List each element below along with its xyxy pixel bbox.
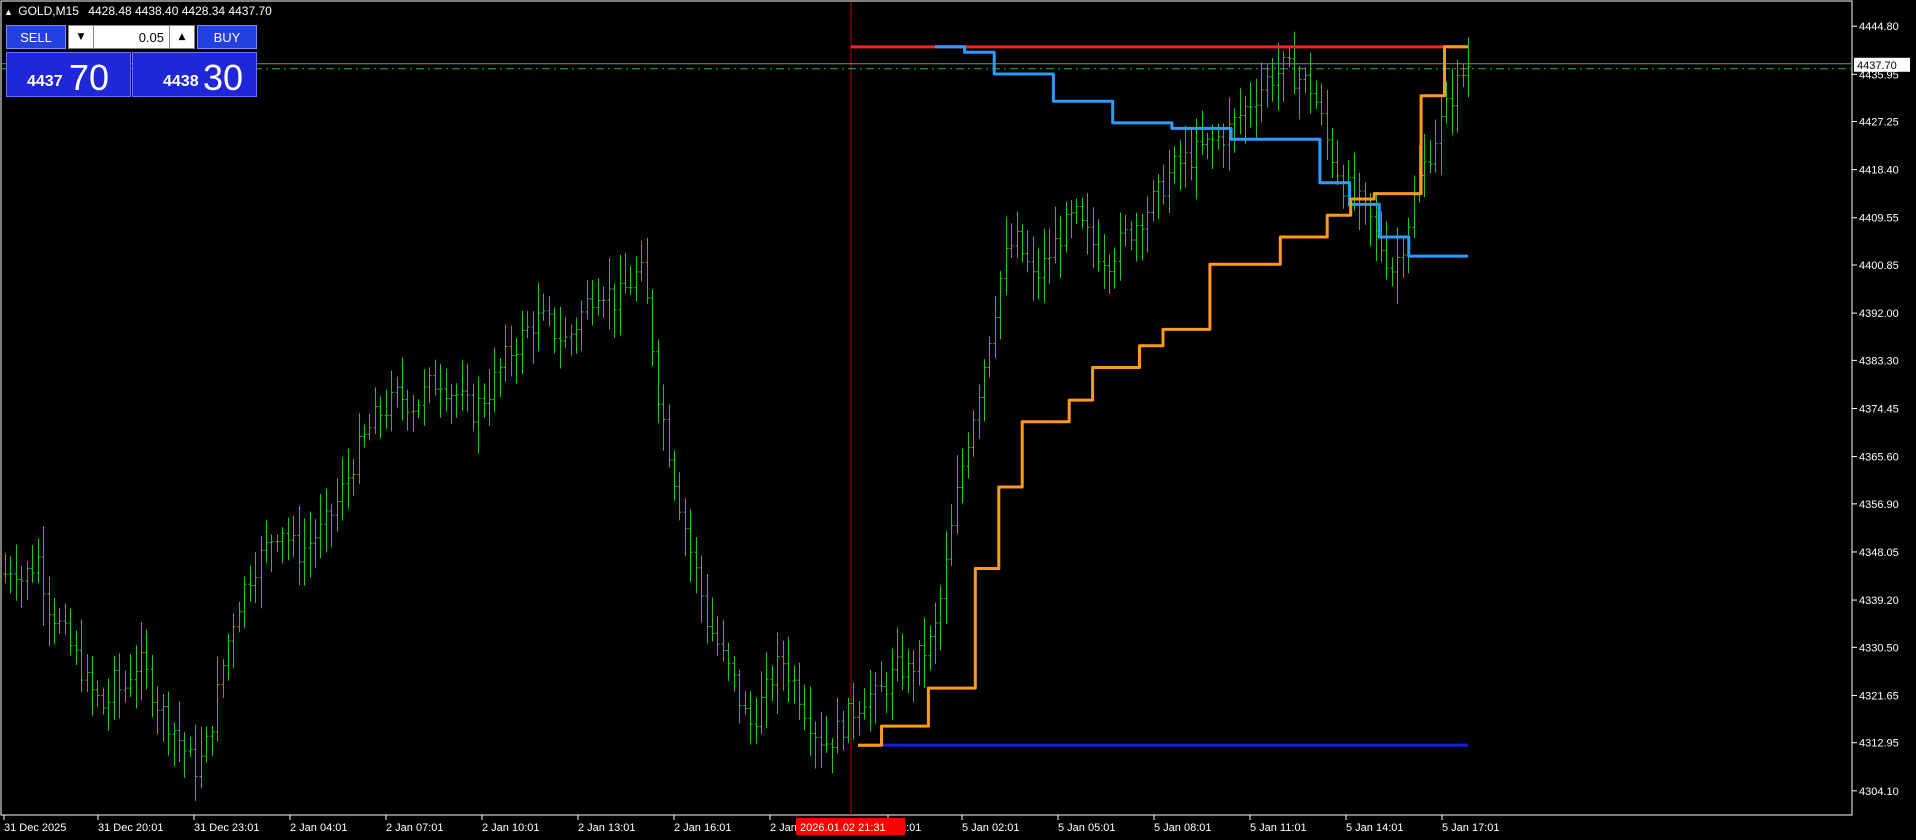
- collapse-icon[interactable]: ▲: [4, 7, 13, 17]
- decrease-lot-icon[interactable]: ▼: [69, 26, 94, 48]
- y-tick-label: 4418.40: [1859, 165, 1899, 177]
- x-tick-label: 2 Jan: [770, 822, 797, 834]
- price-chart[interactable]: 4444.804435.954427.254418.404409.554400.…: [0, 0, 1916, 840]
- x-tick-label: 2 Jan 04:01: [290, 822, 348, 834]
- x-tick-label: 2 Jan 13:01: [578, 822, 636, 834]
- x-tick-label: 2 Jan 10:01: [482, 822, 540, 834]
- sell-price-button[interactable]: 4437 70: [6, 52, 131, 98]
- chart-frame: [0, 0, 1853, 816]
- buy-price-major: 4438: [163, 73, 199, 90]
- x-tick-label: 5 Jan 08:01: [1154, 822, 1212, 834]
- symbol-label: GOLD,M15: [18, 4, 79, 18]
- y-tick-label: 4427.25: [1859, 117, 1899, 129]
- sell-button[interactable]: SELL: [6, 25, 66, 49]
- sell-price-minor: 70: [69, 57, 110, 98]
- x-tick-label: 5 Jan 05:01: [1058, 822, 1116, 834]
- increase-lot-icon[interactable]: ▲: [169, 26, 194, 48]
- one-click-trading-panel: SELL ▼ 0.05 ▲ BUY 4437 70 4438 30: [6, 25, 257, 98]
- y-tick-label: 4339.20: [1859, 595, 1899, 607]
- x-tick-label: 5 Jan 17:01: [1442, 822, 1500, 834]
- x-tick-label: 2 Jan 16:01: [674, 822, 732, 834]
- y-tick-label: 4304.10: [1859, 786, 1899, 798]
- current-price-label: 4437.70: [1857, 60, 1897, 72]
- x-tick-label: 5 Jan 02:01: [962, 822, 1020, 834]
- y-tick-label: 4321.65: [1859, 690, 1899, 702]
- y-tick-label: 4392.00: [1859, 308, 1899, 320]
- y-tick-label: 4365.60: [1859, 452, 1899, 464]
- y-tick-label: 4330.50: [1859, 642, 1899, 654]
- buy-button[interactable]: BUY: [197, 25, 257, 49]
- y-tick-label: 4356.90: [1859, 499, 1899, 511]
- y-tick-label: 4383.30: [1859, 355, 1899, 367]
- y-tick-label: 4312.95: [1859, 738, 1899, 750]
- lot-size-stepper[interactable]: ▼ 0.05 ▲: [68, 25, 195, 49]
- y-tick-label: 4444.80: [1859, 21, 1899, 33]
- cursor-time-label: 2026.01.02 21:31: [800, 822, 886, 834]
- buy-price-minor: 30: [203, 57, 244, 98]
- x-tick-label: 5 Jan 11:01: [1250, 822, 1307, 834]
- ohlc-label: 4428.48 4438.40 4428.34 4437.70: [88, 4, 272, 18]
- y-axis: 4444.804435.954427.254418.404409.554400.…: [1852, 21, 1910, 798]
- lot-size-value[interactable]: 0.05: [139, 30, 164, 45]
- y-tick-label: 4348.05: [1859, 547, 1899, 559]
- buy-price-button[interactable]: 4438 30: [132, 52, 257, 98]
- x-axis: 31 Dec 2025 31 Dec 20:01 31 Dec 23:01 2 Jan…: [3, 815, 1500, 835]
- chart-header: ▲ GOLD,M15 4428.48 4438.40 4428.34 4437.…: [4, 4, 272, 18]
- x-tick-label: 31 Dec 20:01: [98, 822, 163, 834]
- y-tick-label: 4374.45: [1859, 404, 1899, 416]
- y-tick-label: 4409.55: [1859, 213, 1899, 225]
- x-tick-label: 31 Dec 2025: [4, 822, 66, 834]
- x-tick-label: 31 Dec 23:01: [194, 822, 259, 834]
- x-tick-label: 5 Jan 14:01: [1346, 822, 1404, 834]
- y-tick-label: 4400.85: [1859, 260, 1899, 272]
- sell-price-major: 4437: [27, 73, 63, 90]
- x-tick-label: 2 Jan 07:01: [386, 822, 444, 834]
